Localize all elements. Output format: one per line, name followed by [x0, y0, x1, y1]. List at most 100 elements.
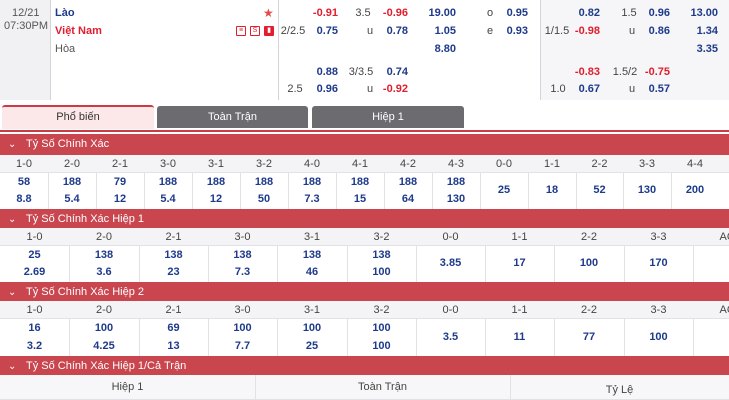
home-score-odds[interactable]: 170	[624, 257, 693, 269]
home-score-odds[interactable]: 188	[384, 176, 432, 188]
home-score-odds[interactable]: 3.5	[416, 331, 485, 343]
away-score-odds[interactable]: 7.3	[208, 266, 277, 278]
section-header-exact-h2[interactable]: ⌄ Tỷ Số Chính Xác Hiệp 2	[0, 282, 729, 303]
divider	[693, 319, 694, 356]
score-label: 2-2	[581, 304, 597, 316]
away-score-odds[interactable]: 13	[139, 340, 208, 352]
away-score-odds[interactable]: 7.7	[208, 340, 277, 352]
hdp-home-odds[interactable]: -0.91	[306, 7, 338, 19]
home-score-odds[interactable]: 188	[336, 176, 384, 188]
h1-hdp-home-odds-2[interactable]: -0.83	[566, 66, 600, 78]
away-score-odds[interactable]: 8.8	[0, 193, 48, 205]
stats-icon[interactable]: ▮	[264, 26, 274, 36]
home-score-odds[interactable]: 138	[139, 249, 208, 261]
away-score-odds[interactable]: 2.69	[0, 266, 69, 278]
home-score-odds[interactable]: 16	[0, 322, 69, 334]
home-score-odds[interactable]: 100	[69, 322, 139, 334]
home-score-odds[interactable]: 188	[432, 176, 480, 188]
x12-away-odds[interactable]: 1.05	[418, 25, 456, 37]
score-label: 4-1	[352, 158, 368, 170]
home-score-odds[interactable]: 130	[623, 184, 671, 196]
home-score-odds[interactable]: 100	[208, 322, 277, 334]
ou-over-odds-2[interactable]: 0.74	[376, 66, 408, 78]
s-icon[interactable]: S	[250, 26, 260, 36]
away-score-odds[interactable]: 50	[240, 193, 288, 205]
home-score-odds[interactable]: 17	[485, 257, 554, 269]
home-score-odds[interactable]: 79	[96, 176, 144, 188]
home-score-odds[interactable]: 138	[277, 249, 347, 261]
away-score-odds[interactable]: 7.3	[288, 193, 336, 205]
home-score-odds[interactable]: 11	[485, 331, 554, 343]
home-score-odds[interactable]: 25	[0, 249, 69, 261]
h1-x12-draw-odds[interactable]: 3.35	[678, 43, 718, 55]
score-label: 2-2	[581, 231, 597, 243]
home-score-odds[interactable]: 18	[528, 184, 576, 196]
h1-ou-under-odds-2[interactable]: 0.57	[638, 83, 670, 95]
away-team[interactable]: Việt Nam	[55, 25, 102, 37]
tab-popular[interactable]: Phổ biến	[2, 105, 154, 129]
ou-over-odds[interactable]: -0.96	[376, 7, 408, 19]
home-team[interactable]: Lào	[55, 7, 75, 19]
h1-hdp-away-odds[interactable]: -0.98	[566, 25, 600, 37]
home-score-odds[interactable]: 188	[144, 176, 192, 188]
home-score-odds[interactable]: 58	[0, 176, 48, 188]
home-score-odds[interactable]: 100	[277, 322, 347, 334]
h1-x12-home-odds[interactable]: 13.00	[678, 7, 718, 19]
away-score-odds[interactable]: 64	[384, 193, 432, 205]
favorite-star-icon[interactable]: ★	[263, 6, 274, 20]
h1-ou-over-odds[interactable]: 0.96	[638, 7, 670, 19]
away-score-odds[interactable]: 5.4	[144, 193, 192, 205]
home-score-odds[interactable]: 77	[554, 331, 624, 343]
away-score-odds[interactable]: 12	[96, 193, 144, 205]
ou-under-odds[interactable]: 0.78	[376, 25, 408, 37]
home-score-odds[interactable]: 25	[480, 184, 528, 196]
ou-under-odds-2[interactable]: -0.92	[376, 83, 408, 95]
card-icon[interactable]: ≡	[236, 26, 246, 36]
away-score-odds[interactable]: 100	[347, 266, 416, 278]
home-score-odds[interactable]: 138	[208, 249, 277, 261]
h1-hdp-home-odds[interactable]: 0.82	[566, 7, 600, 19]
x12-draw-odds[interactable]: 8.80	[418, 43, 456, 55]
x12-home-odds[interactable]: 19.00	[418, 7, 456, 19]
away-score-odds[interactable]: 4.25	[69, 340, 139, 352]
away-score-odds[interactable]: 3.6	[69, 266, 139, 278]
section-header-htft[interactable]: ⌄ Tỷ Số Chính Xác Hiệp 1/Cả Trận	[0, 356, 729, 377]
home-score-odds[interactable]: 138	[69, 249, 139, 261]
home-score-odds[interactable]: 69	[139, 322, 208, 334]
even-odds[interactable]: 0.93	[496, 25, 528, 37]
h1-ou-over-odds-2[interactable]: -0.75	[638, 66, 670, 78]
h1-ou-under-odds[interactable]: 0.86	[638, 25, 670, 37]
h1-hdp-away-odds-2[interactable]: 0.67	[566, 83, 600, 95]
away-score-odds[interactable]: 12	[192, 193, 240, 205]
home-score-odds[interactable]: 3.85	[416, 257, 485, 269]
away-score-odds[interactable]: 23	[139, 266, 208, 278]
h1-x12-away-odds[interactable]: 1.34	[678, 25, 718, 37]
away-score-odds[interactable]: 3.2	[0, 340, 69, 352]
away-score-odds[interactable]: 46	[277, 266, 347, 278]
away-score-odds[interactable]: 15	[336, 193, 384, 205]
tab-underline	[0, 130, 729, 132]
home-score-odds[interactable]: 188	[288, 176, 336, 188]
hdp-away-odds-2[interactable]: 0.96	[306, 83, 338, 95]
section-header-exact-h1[interactable]: ⌄ Tỷ Số Chính Xác Hiệp 1	[0, 209, 729, 230]
away-score-odds[interactable]: 100	[347, 340, 416, 352]
tab-firsthalf[interactable]: Hiệp 1	[312, 106, 464, 128]
htft-col-firsthalf: Hiệp 1	[111, 381, 144, 393]
tab-fulltime[interactable]: Toàn Trận	[157, 106, 308, 128]
hdp-home-odds-2[interactable]: 0.88	[306, 66, 338, 78]
home-score-odds[interactable]: 188	[192, 176, 240, 188]
away-score-odds[interactable]: 25	[277, 340, 347, 352]
home-score-odds[interactable]: 188	[48, 176, 96, 188]
section-header-exact[interactable]: ⌄ Tỷ Số Chính Xác	[0, 134, 729, 155]
away-score-odds[interactable]: 130	[432, 193, 480, 205]
hdp-away-odds[interactable]: 0.75	[306, 25, 338, 37]
home-score-odds[interactable]: 100	[554, 257, 624, 269]
home-score-odds[interactable]: 100	[624, 331, 693, 343]
home-score-odds[interactable]: 200	[671, 184, 719, 196]
home-score-odds[interactable]: 100	[347, 322, 416, 334]
home-score-odds[interactable]: 188	[240, 176, 288, 188]
home-score-odds[interactable]: 138	[347, 249, 416, 261]
away-score-odds[interactable]: 5.4	[48, 193, 96, 205]
odd-odds[interactable]: 0.95	[496, 7, 528, 19]
home-score-odds[interactable]: 52	[576, 184, 623, 196]
